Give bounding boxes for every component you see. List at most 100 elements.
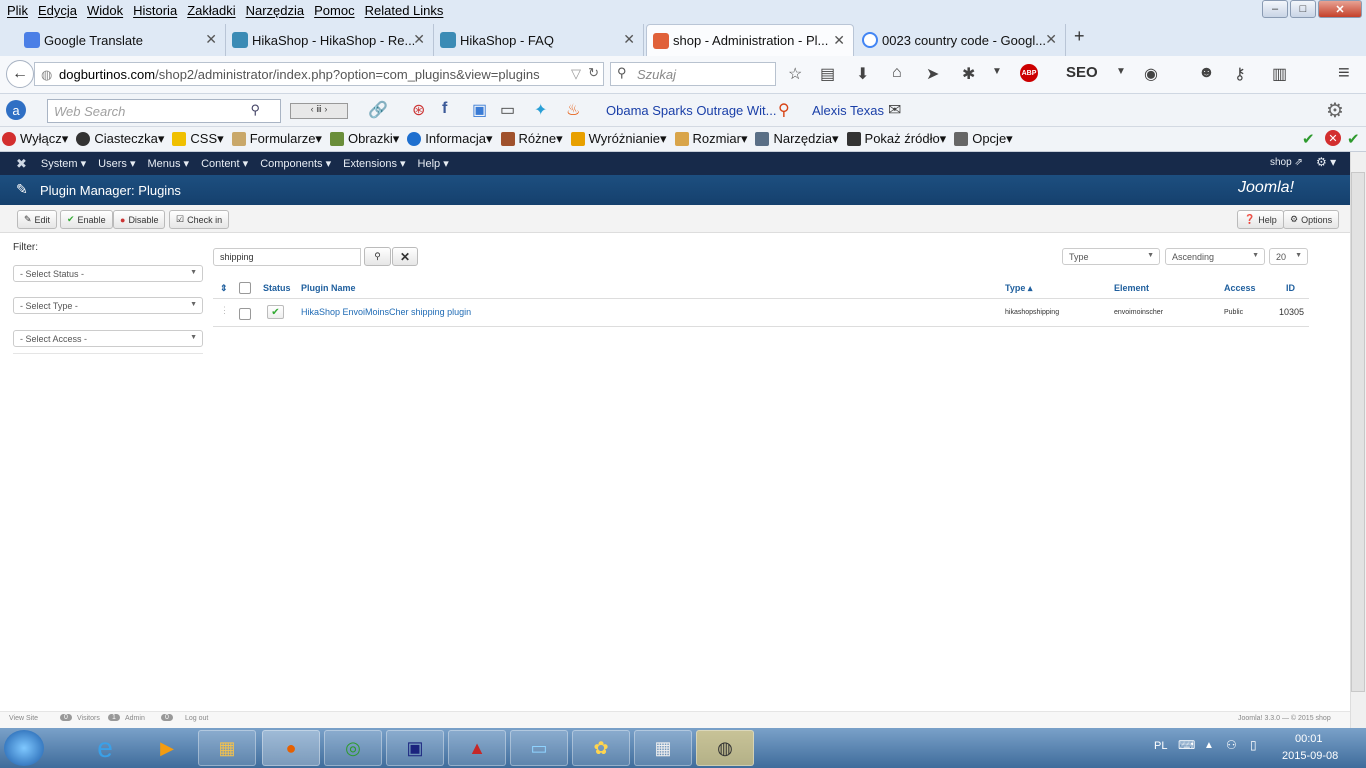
tab-hikashop-faq[interactable]: HikaShop - FAQ ✕ <box>434 24 644 56</box>
disable-menu[interactable]: Wyłącz▾ <box>2 131 68 147</box>
gear-icon[interactable]: ⚙ <box>1326 98 1344 123</box>
tools-menu[interactable]: Narzędzia▾ <box>755 131 839 147</box>
search-icon[interactable]: ⚲ <box>250 102 260 118</box>
clipboard-icon[interactable]: ▥ <box>1272 64 1287 84</box>
nav-content[interactable]: Content ▾ <box>201 157 248 170</box>
search-button[interactable]: ⚲ <box>364 247 391 266</box>
language-indicator[interactable]: PL <box>1154 740 1167 752</box>
close-tab-icon[interactable]: ✕ <box>833 32 845 49</box>
menu-view[interactable]: Widok <box>82 3 128 18</box>
column-plugin-name[interactable]: Plugin Name <box>301 283 356 293</box>
nav-users[interactable]: Users ▾ <box>98 157 135 170</box>
scroll-widget[interactable]: ‹ ⅲ › <box>290 103 348 119</box>
calculator-icon[interactable]: ▦ <box>634 730 692 766</box>
sort-field-select[interactable]: Type ▼ <box>1062 248 1160 265</box>
bug-icon[interactable]: ✱ <box>962 64 975 84</box>
check-icon[interactable]: ✔ <box>1302 130 1315 148</box>
help-button[interactable]: ❓ Help <box>1237 210 1284 229</box>
column-status[interactable]: Status <box>263 283 291 293</box>
nav-menus[interactable]: Menus ▾ <box>147 157 189 170</box>
url-bar[interactable]: ◍ dogburtinos.com/shop2/administrator/in… <box>34 62 604 86</box>
scrollbar-thumb[interactable] <box>1351 172 1365 692</box>
access-filter-select[interactable]: - Select Access - ▼ <box>13 330 203 347</box>
user-settings-icon[interactable]: ⚙ ▾ <box>1316 155 1336 169</box>
adobe-reader-icon[interactable]: ▲ <box>448 730 506 766</box>
tray-expand-icon[interactable]: ▲ <box>1204 740 1214 751</box>
clear-search-button[interactable]: ✕ <box>392 247 418 266</box>
misc-menu[interactable]: Różne▾ <box>500 131 563 147</box>
status-enabled-toggle[interactable]: ✔ <box>267 305 284 319</box>
images-menu[interactable]: Obrazki▾ <box>329 131 399 147</box>
cookies-menu[interactable]: Ciasteczka▾ <box>76 131 164 147</box>
plugin-name-link[interactable]: HikaShop EnvoiMoinsCher shipping plugin <box>301 307 471 317</box>
keyboard-icon[interactable]: ⌨ <box>1178 738 1195 752</box>
maximize-button[interactable]: □ <box>1290 0 1316 18</box>
battery-icon[interactable]: ▯ <box>1250 738 1257 752</box>
shop-site-link[interactable]: shop ⇗ <box>1270 157 1303 168</box>
adblock-icon[interactable]: ABP <box>1020 64 1038 82</box>
media-center-icon[interactable]: ◍ <box>696 730 754 766</box>
list-limit-select[interactable]: 20 ▼ <box>1269 248 1308 265</box>
hamburger-menu-icon[interactable]: ≡ <box>1338 62 1350 85</box>
back-button[interactable]: ← <box>6 60 34 88</box>
reading-list-icon[interactable]: ▤ <box>820 64 835 84</box>
chat-icon[interactable]: ☻ <box>1198 64 1215 82</box>
edit-button[interactable]: ✎ Edit <box>17 210 58 229</box>
menu-related-links[interactable]: Related Links <box>360 3 449 18</box>
radio-icon[interactable]: ⊛ <box>412 100 425 120</box>
plugin-search-input[interactable]: shipping <box>213 248 361 266</box>
web-search-input[interactable]: Web Search ⚲ <box>47 99 281 123</box>
logout-link[interactable]: Log out <box>185 715 208 722</box>
sort-order-select[interactable]: Ascending ▼ <box>1165 248 1265 265</box>
menu-history[interactable]: Historia <box>128 3 182 18</box>
close-tab-icon[interactable]: ✕ <box>413 31 425 48</box>
news-link[interactable]: Obama Sparks Outrage Wit... <box>606 103 777 118</box>
paint-icon[interactable]: ✿ <box>572 730 630 766</box>
tab-hikashop-re[interactable]: HikaShop - HikaShop - Re... ✕ <box>226 24 434 56</box>
search-flame-icon[interactable]: ⚲ <box>778 100 790 120</box>
column-type[interactable]: Type ▴ <box>1005 283 1032 294</box>
search-input[interactable]: ⚲ Szukaj <box>610 62 776 86</box>
seo-button[interactable]: SEO <box>1066 64 1098 81</box>
link-icon[interactable]: 🔗 <box>368 100 388 120</box>
close-window-button[interactable]: ✕ <box>1318 0 1362 18</box>
menu-help[interactable]: Pomoc <box>309 3 359 18</box>
close-tab-icon[interactable]: ✕ <box>205 31 217 48</box>
forms-menu[interactable]: Formularze▾ <box>231 131 322 147</box>
enable-button[interactable]: ✔ Enable <box>60 210 113 229</box>
check-icon[interactable]: ✔ <box>1347 130 1360 148</box>
dropdown-icon[interactable]: ▼ <box>1116 66 1126 77</box>
new-tab-button[interactable]: + <box>1074 26 1085 47</box>
contact-card-icon[interactable]: ▭ <box>500 100 515 120</box>
menu-edit[interactable]: Edycja <box>33 3 82 18</box>
menu-file[interactable]: Plik <box>2 3 33 18</box>
ask-logo-icon[interactable]: a <box>6 100 26 120</box>
column-id[interactable]: ID <box>1286 283 1295 293</box>
download-icon[interactable]: ⬇ <box>856 64 869 84</box>
information-menu[interactable]: Informacja▾ <box>407 131 493 147</box>
resize-menu[interactable]: Rozmiar▾ <box>674 131 747 147</box>
select-all-checkbox[interactable] <box>239 282 251 294</box>
internet-explorer-icon[interactable]: e <box>76 730 134 766</box>
check-in-button[interactable]: ☑ Check in <box>169 210 230 229</box>
start-button[interactable] <box>4 730 44 766</box>
drag-handle-icon[interactable]: ⋮ <box>220 305 229 316</box>
error-icon[interactable]: ✕ <box>1325 130 1341 146</box>
facebook-icon[interactable]: f <box>442 100 447 118</box>
nav-system[interactable]: System ▾ <box>41 157 86 170</box>
twitter-icon[interactable]: ▣ <box>472 100 487 120</box>
bookmark-star-icon[interactable]: ☆ <box>788 64 802 84</box>
firefox-icon[interactable]: ● <box>262 730 320 766</box>
owl-icon[interactable]: ◉ <box>1144 64 1158 84</box>
options-button[interactable]: ⚙ Options <box>1283 210 1340 229</box>
nav-extensions[interactable]: Extensions ▾ <box>343 157 405 170</box>
view-source-menu[interactable]: Pokaż źródło▾ <box>846 131 946 147</box>
floppy-save-icon[interactable]: ▣ <box>386 730 444 766</box>
menu-tools[interactable]: Narzędzia <box>241 3 310 18</box>
nav-components[interactable]: Components ▾ <box>260 157 331 170</box>
tab-shop-administration[interactable]: shop - Administration - Pl... ✕ <box>646 24 854 56</box>
type-filter-select[interactable]: - Select Type - ▼ <box>13 297 203 314</box>
media-player-icon[interactable]: ▶ <box>138 730 196 766</box>
view-site-link[interactable]: View Site <box>9 715 38 722</box>
disable-button[interactable]: ● Disable <box>113 210 166 229</box>
